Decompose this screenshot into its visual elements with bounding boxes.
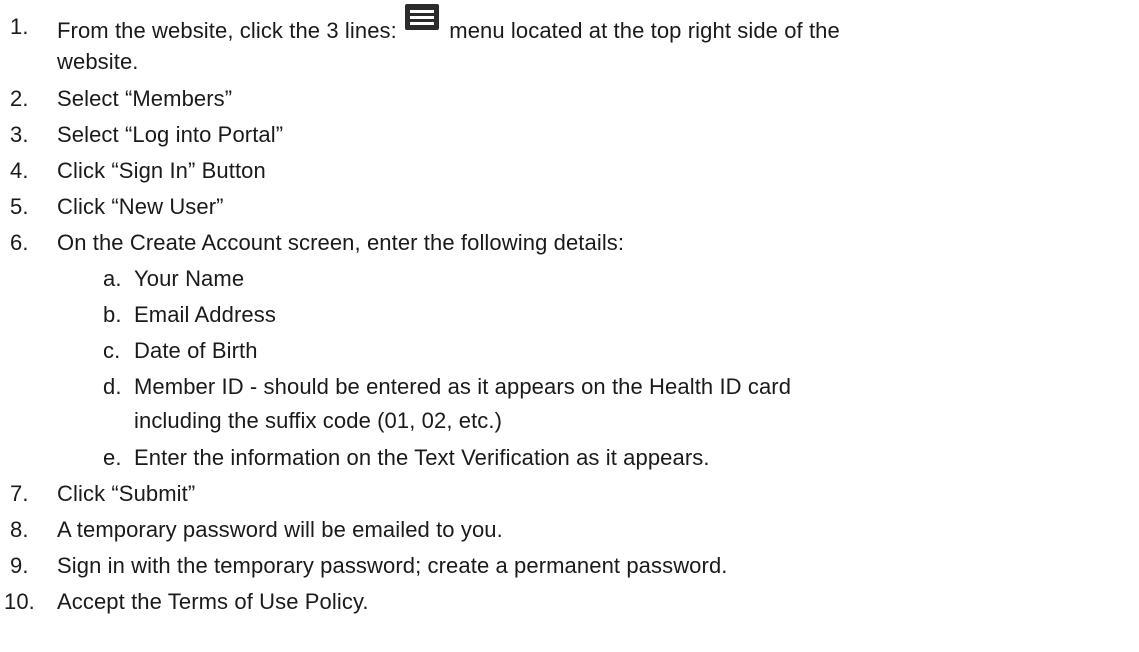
step-text: Click “Submit” [57, 481, 196, 506]
step-number: 8. [10, 517, 29, 542]
step-text: A temporary password will be emailed to … [57, 517, 503, 542]
step-text: Select “Log into Portal” [57, 122, 284, 147]
step-text: On the Create Account screen, enter the … [57, 230, 625, 255]
substep-text: Enter the information on the Text Verifi… [134, 445, 710, 470]
step-text: Select “Members” [57, 86, 233, 111]
step-number: 6. [10, 230, 29, 255]
substep-letter: d. [103, 374, 122, 399]
step-text: From the website, click the 3 lines: [57, 18, 397, 43]
step-text: Sign in with the temporary password; cre… [57, 553, 728, 578]
step-number: 1. [10, 14, 29, 39]
step-number: 5. [10, 194, 29, 219]
substep-text: including the suffix code (01, 02, etc.) [134, 408, 503, 433]
substep-letter: a. [103, 266, 122, 291]
substep-text: Date of Birth [134, 338, 258, 363]
instructions-document: 1. From the website, click the 3 lines: … [0, 0, 1139, 652]
substep-letter: c. [103, 338, 121, 363]
step-number: 10. [4, 589, 35, 614]
substep-text: Your Name [134, 266, 245, 291]
step-number: 9. [10, 553, 29, 578]
step-number: 4. [10, 158, 29, 183]
step-text: Click “Sign In” Button [57, 158, 266, 183]
step-text: Accept the Terms of Use Policy. [57, 589, 369, 614]
substep-letter: e. [103, 445, 122, 470]
step-text: website. [57, 49, 139, 74]
step-text-continued: menu located at the top right side of th… [449, 18, 840, 43]
step-number: 3. [10, 122, 29, 147]
substep-letter: b. [103, 302, 122, 327]
hamburger-menu-icon [405, 4, 440, 30]
substep-text: Member ID - should be entered as it appe… [134, 374, 792, 399]
step-number: 2. [10, 86, 29, 111]
substep-text: Email Address [134, 302, 276, 327]
step-text: Click “New User” [57, 194, 224, 219]
step-number: 7. [10, 481, 29, 506]
